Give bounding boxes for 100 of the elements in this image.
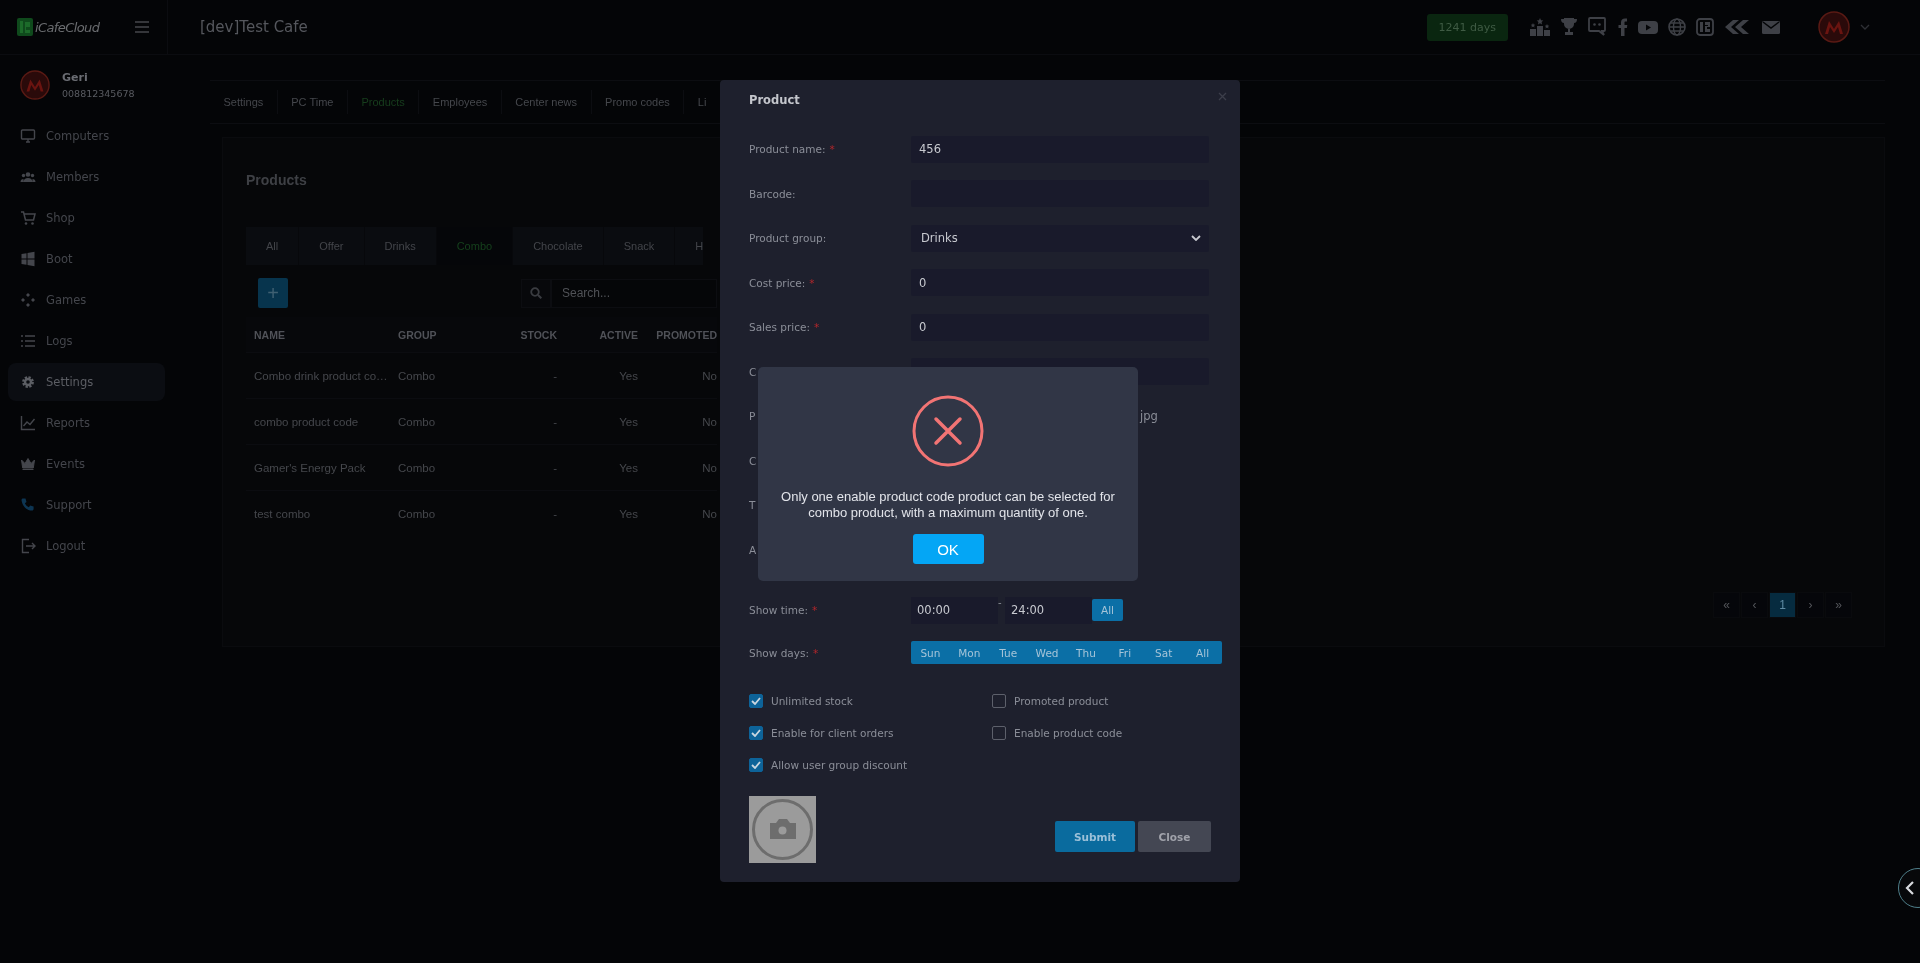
day-toggle[interactable]: Sat: [1144, 641, 1184, 664]
add-button[interactable]: +: [258, 278, 288, 308]
settings-tab[interactable]: Center news: [501, 90, 592, 114]
gamepad-icon: [20, 291, 36, 308]
chart-icon: [20, 414, 36, 431]
nav-item[interactable]: Events: [0, 443, 168, 484]
avatar[interactable]: [1818, 11, 1850, 43]
nav-item[interactable]: Games: [0, 279, 168, 320]
checkbox-label: Promoted product: [1014, 695, 1109, 707]
camera-icon[interactable]: [749, 796, 816, 863]
menu-icon[interactable]: [135, 21, 149, 33]
logout-icon: [20, 537, 36, 554]
chevron-left-icon: [1905, 881, 1915, 895]
category-tab[interactable]: Chocolate: [513, 227, 604, 265]
check-icon: [751, 729, 761, 737]
field-label: Sales price: *: [749, 321, 821, 334]
day-toggle[interactable]: Fri: [1105, 641, 1145, 664]
avatar: [20, 70, 50, 100]
page-button[interactable]: »: [1825, 592, 1852, 618]
settings-tab[interactable]: Promo codes: [591, 90, 685, 114]
table-cell: Yes: [557, 444, 638, 491]
ok-button[interactable]: OK: [912, 534, 984, 564]
settings-tab[interactable]: Products: [347, 90, 420, 114]
crown-icon: [20, 455, 36, 472]
settings-tab[interactable]: Li: [684, 90, 707, 114]
close-icon[interactable]: [1218, 91, 1227, 101]
page-button[interactable]: 1: [1769, 592, 1796, 618]
gear-icon: [20, 373, 36, 390]
field-label: C: [749, 365, 758, 378]
submit-button[interactable]: Submit: [1055, 821, 1135, 852]
nav-item[interactable]: Support: [0, 484, 168, 525]
table-cell: Combo: [390, 398, 501, 445]
checkbox[interactable]: [749, 758, 763, 772]
page-button[interactable]: ›: [1797, 592, 1824, 618]
cafe-title: [dev]Test Cafe: [200, 18, 308, 36]
category-tab[interactable]: H: [675, 227, 704, 265]
text-field[interactable]: 456: [911, 135, 1209, 163]
nav-item[interactable]: Logout: [0, 525, 168, 566]
category-tab[interactable]: All: [246, 227, 300, 265]
nav-item[interactable]: Members: [0, 156, 168, 197]
search-icon[interactable]: [521, 278, 551, 308]
table-cell: combo product code: [246, 398, 390, 445]
search-field[interactable]: Search...: [551, 278, 717, 308]
category-tab[interactable]: Offer: [299, 227, 365, 265]
table-cell: No: [638, 398, 717, 445]
page-button[interactable]: ‹: [1741, 592, 1768, 618]
time-field[interactable]: 24:00: [1005, 596, 1092, 624]
chat-bubble-icon[interactable]: [1588, 17, 1606, 37]
dialog-title: Product: [749, 93, 800, 107]
checkbox-label: Enable for client orders: [771, 727, 894, 739]
user-name: Geri: [62, 71, 89, 84]
table-cell: Combo: [390, 444, 501, 491]
select-field[interactable]: Drinks: [911, 224, 1209, 252]
checkbox[interactable]: [992, 694, 1006, 708]
table-cell: Combo drink product co…: [246, 352, 390, 399]
day-toggle[interactable]: Wed: [1027, 641, 1067, 664]
nav-item[interactable]: Boot: [0, 238, 168, 279]
table-cell: Yes: [557, 398, 638, 445]
checkbox-label: Enable product code: [1014, 727, 1123, 739]
all-button[interactable]: All: [1092, 599, 1124, 621]
nav-item[interactable]: Logs: [0, 320, 168, 361]
field-label: Cost price: *: [749, 276, 816, 289]
checkbox[interactable]: [749, 726, 763, 740]
nav-item[interactable]: Settings: [8, 362, 165, 401]
text-field[interactable]: 0: [911, 269, 1209, 297]
table-cell: Yes: [557, 490, 638, 536]
checkbox[interactable]: [992, 726, 1006, 740]
checkbox[interactable]: [749, 694, 763, 708]
table-cell: Combo: [390, 490, 501, 536]
day-toggle[interactable]: Mon: [949, 641, 989, 664]
settings-tab[interactable]: Settings: [210, 90, 278, 114]
nav-item[interactable]: Shop: [0, 197, 168, 238]
nav-item[interactable]: Reports: [0, 402, 168, 443]
field-label: C: [749, 454, 758, 467]
day-toggle[interactable]: Sun: [911, 641, 950, 664]
nav-item[interactable]: Computers: [0, 115, 168, 156]
trophy-icon[interactable]: [1560, 17, 1578, 37]
settings-tab[interactable]: Employees: [419, 90, 502, 114]
logo-text: iCafeCloud: [35, 19, 100, 35]
table-cell: -: [501, 490, 557, 536]
facebook-icon[interactable]: [1616, 17, 1628, 37]
table-cell: No: [638, 444, 717, 491]
time-separator: -: [998, 596, 1003, 608]
text-field[interactable]: 0: [911, 313, 1209, 341]
field-label: P: [749, 410, 757, 423]
caret-icon[interactable]: [1860, 24, 1870, 30]
time-field[interactable]: 00:00: [911, 596, 998, 624]
day-toggle[interactable]: All: [1183, 641, 1222, 664]
day-toggle[interactable]: Tue: [988, 641, 1028, 664]
category-tab[interactable]: Snack: [603, 227, 676, 265]
settings-tab[interactable]: PC Time: [277, 90, 348, 114]
field-label: Product name: *: [749, 143, 836, 156]
table-cell: Gamer's Energy Pack: [246, 444, 390, 491]
day-toggle[interactable]: Thu: [1066, 641, 1106, 664]
globe-icon[interactable]: [1668, 17, 1686, 37]
page-button[interactable]: «: [1713, 592, 1740, 618]
ranking-icon[interactable]: [1530, 17, 1550, 37]
close-button[interactable]: Close: [1138, 821, 1211, 852]
table-cell: -: [501, 352, 557, 399]
logo-icon[interactable]: [1696, 17, 1714, 37]
